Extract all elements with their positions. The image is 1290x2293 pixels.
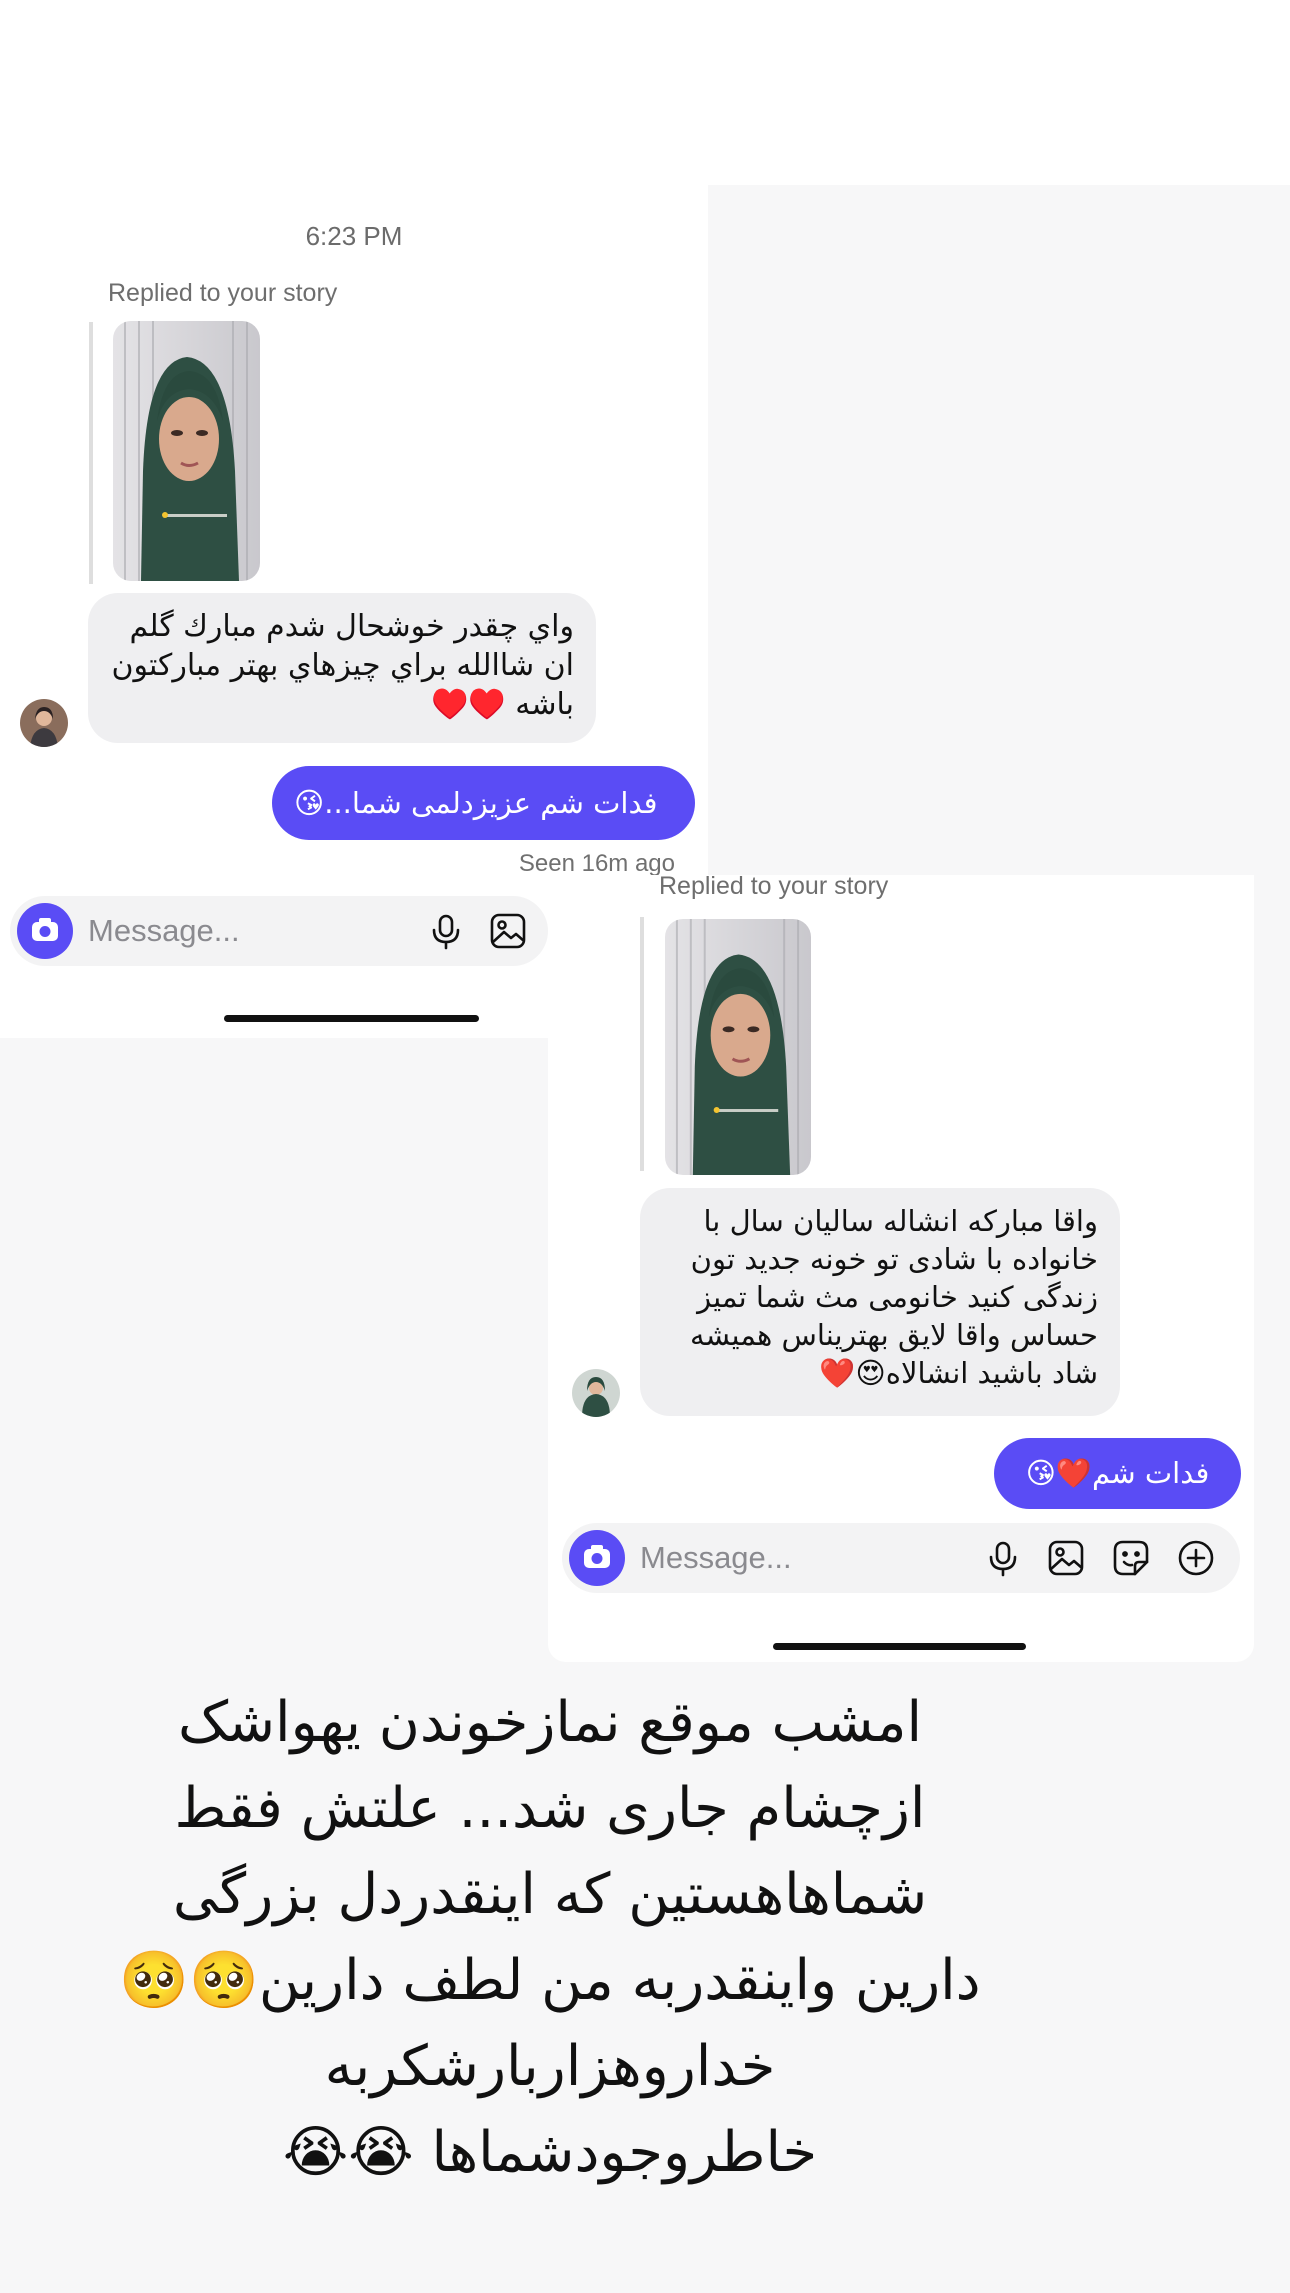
message-composer[interactable]: Message... <box>10 896 548 966</box>
camera-icon[interactable] <box>569 1530 625 1586</box>
caption-line: خاطروجودشماها 😭😭 <box>282 2120 818 2185</box>
home-indicator <box>773 1643 1026 1650</box>
story-reply-line <box>89 322 93 584</box>
gallery-icon[interactable] <box>488 911 528 951</box>
replied-to-story-label: Replied to your story <box>108 279 338 307</box>
story-reply-line <box>640 917 644 1171</box>
camera-icon[interactable] <box>17 903 73 959</box>
message-composer[interactable]: Message... <box>562 1523 1240 1593</box>
caption-line: ازچشام جاری شد... علتش فقط <box>174 1776 926 1841</box>
avatar[interactable] <box>572 1369 620 1417</box>
microphone-icon[interactable] <box>426 911 466 951</box>
chat-screenshot-2: Replied to your story واقا مبارکه انشاله… <box>548 872 1254 1662</box>
story-thumbnail[interactable] <box>113 321 260 581</box>
caption-line: خداروهزاربارشکربه <box>324 2034 776 2099</box>
message-input[interactable]: Message... <box>88 896 240 966</box>
gallery-icon[interactable] <box>1046 1538 1086 1578</box>
top-blank-area <box>0 0 1290 185</box>
sticker-icon[interactable] <box>1111 1538 1151 1578</box>
caption-line: شماهاهستین که اینقدردل بزرگی <box>172 1862 928 1927</box>
home-indicator <box>224 1015 479 1022</box>
incoming-message-bubble: واقا مبارکه انشاله سالیان سال با خانواده… <box>640 1188 1120 1416</box>
incoming-message-bubble: واي چقدر خوشحال شدم مبارك گلم ان شاالله … <box>88 593 596 743</box>
caption-line: امشب موقع نمازخوندن یهواشک <box>177 1690 923 1755</box>
microphone-icon[interactable] <box>983 1538 1023 1578</box>
seen-status: Seen 16m ago <box>518 850 675 877</box>
outgoing-message-bubble: فدات شم عزیزدلمی شما...😘 <box>272 766 695 840</box>
story-caption: امشب موقع نمازخوندن یهواشک ازچشام جاری ش… <box>80 1680 1020 2196</box>
replied-to-story-label: Replied to your story <box>659 872 889 900</box>
message-timestamp: 6:23 PM <box>305 221 403 251</box>
outgoing-message-bubble: فدات شم❤️😘 <box>994 1438 1241 1509</box>
story-thumbnail[interactable] <box>665 919 811 1175</box>
avatar[interactable] <box>20 699 68 747</box>
caption-line: دارین واینقدربه من لطف دارین🥺🥺 <box>119 1948 981 2013</box>
plus-circle-icon[interactable] <box>1176 1538 1216 1578</box>
message-input[interactable]: Message... <box>640 1523 792 1593</box>
